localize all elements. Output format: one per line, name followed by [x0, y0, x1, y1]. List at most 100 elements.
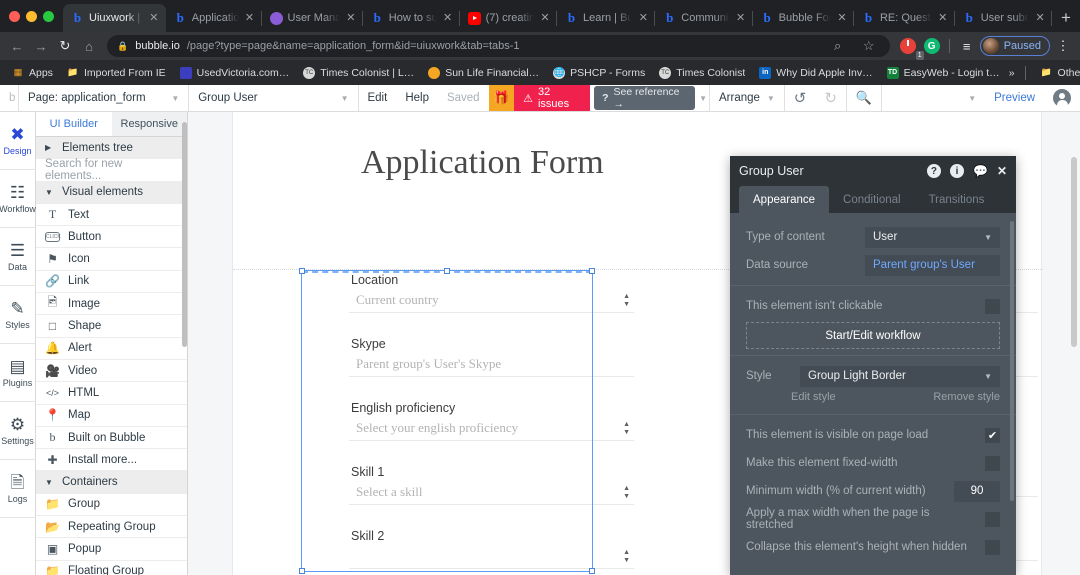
- close-icon[interactable]: ✕: [836, 12, 848, 24]
- arrange-menu[interactable]: Arrange ▼: [710, 85, 784, 111]
- palette-item-link[interactable]: 🔗 Link: [36, 271, 187, 294]
- section-visual-elements[interactable]: ▼ Visual elements: [36, 181, 187, 204]
- home-icon[interactable]: ⌂: [78, 35, 100, 57]
- page-selector[interactable]: Page: application_form ▼: [19, 85, 188, 111]
- browser-tab[interactable]: b Learn | Bub ✕: [557, 4, 656, 32]
- tab-ui-builder[interactable]: UI Builder: [36, 112, 112, 136]
- search-input[interactable]: Search for new elements...: [36, 158, 187, 182]
- address-bar[interactable]: 🔒 bubble.io /page?type=page&name=applica…: [107, 35, 890, 57]
- close-icon[interactable]: ✕: [442, 12, 454, 24]
- comment-icon[interactable]: 💬: [973, 164, 988, 178]
- palette-scrollbar[interactable]: [182, 122, 187, 347]
- section-containers[interactable]: ▼ Containers: [36, 471, 187, 494]
- help-menu[interactable]: Help: [396, 85, 438, 111]
- rail-item-data[interactable]: ☰ Data: [0, 228, 36, 286]
- minimize-window-button[interactable]: [26, 11, 37, 22]
- property-editor-scrollbar[interactable]: [1010, 221, 1014, 501]
- profile-button[interactable]: Paused: [979, 36, 1050, 56]
- close-window-button[interactable]: [9, 11, 20, 22]
- close-icon[interactable]: ✕: [997, 164, 1007, 178]
- tab-conditional[interactable]: Conditional: [829, 186, 915, 213]
- bookmark-item[interactable]: TC Times Colonist | L…: [298, 65, 419, 81]
- forward-icon[interactable]: →: [30, 35, 52, 57]
- palette-item-shape[interactable]: □ Shape: [36, 315, 187, 338]
- maximize-window-button[interactable]: [43, 11, 54, 22]
- palette-item-repeating-group[interactable]: 📂 Repeating Group: [36, 516, 187, 539]
- rail-item-settings[interactable]: ⚙ Settings: [0, 402, 36, 460]
- undo-icon[interactable]: ↺: [785, 85, 816, 111]
- browser-tab[interactable]: b User submi ✕: [955, 4, 1053, 32]
- max-width-checkbox[interactable]: [985, 511, 1000, 527]
- close-icon[interactable]: ✕: [735, 12, 747, 24]
- palette-item-icon[interactable]: ⚑ Icon: [36, 248, 187, 271]
- input-skype[interactable]: Parent group's User's Skype: [349, 351, 634, 377]
- edit-style-link[interactable]: Edit style: [791, 391, 836, 403]
- browser-tab[interactable]: b Application ✕: [166, 4, 262, 32]
- bookmark-item[interactable]: TD EasyWeb - Login t…: [882, 65, 1005, 81]
- info-icon[interactable]: i: [949, 164, 964, 178]
- field-skill-1[interactable]: Skill 1 Select a skill ▲ ▼: [349, 465, 634, 505]
- min-width-input[interactable]: 90: [954, 480, 1000, 502]
- chevron-down-icon[interactable]: ▼: [699, 94, 707, 103]
- data-source-value[interactable]: Parent group's User: [865, 254, 1000, 276]
- redo-icon[interactable]: ↻: [815, 85, 846, 111]
- visible-checkbox[interactable]: ✔: [985, 427, 1000, 443]
- close-icon[interactable]: ✕: [244, 12, 256, 24]
- bookmark-item[interactable]: UsedVictoria.com…: [175, 65, 295, 81]
- element-selector[interactable]: Group User ▼: [189, 85, 357, 111]
- palette-item-map[interactable]: 📍 Map: [36, 405, 187, 427]
- other-bookmarks-folder[interactable]: 📁 Other Bookmarks: [1036, 65, 1080, 81]
- close-icon[interactable]: ✕: [937, 12, 949, 24]
- close-icon[interactable]: ✕: [345, 12, 357, 24]
- browser-tab[interactable]: b Community ✕: [655, 4, 753, 32]
- user-account-button[interactable]: [1044, 85, 1080, 111]
- field-skype[interactable]: Skype Parent group's User's Skype: [349, 337, 634, 377]
- preview-button[interactable]: Preview: [985, 85, 1044, 111]
- see-reference-tooltip[interactable]: ? See reference →: [594, 86, 696, 110]
- rail-item-design[interactable]: ✖ Design: [0, 112, 36, 170]
- bookmark-item[interactable]: in Why Did Apple Inv…: [754, 65, 877, 81]
- start-edit-workflow-button[interactable]: Start/Edit workflow: [746, 322, 1000, 349]
- palette-item-built-on-bubble[interactable]: b Built on Bubble: [36, 427, 187, 450]
- gift-icon[interactable]: 🎁: [488, 85, 515, 111]
- field-skill-2[interactable]: Skill 2 ▲ ▼: [349, 529, 634, 569]
- palette-item-text[interactable]: T Text: [36, 204, 187, 227]
- field-location[interactable]: Location Current country ▲ ▼: [349, 273, 634, 313]
- browser-tab[interactable]: b Uiuxwork | B ✕: [63, 4, 166, 32]
- browser-tab[interactable]: b How to sub ✕: [363, 4, 460, 32]
- browser-tab[interactable]: User Manag ✕: [262, 4, 364, 32]
- bookmark-item[interactable]: TC Times Colonist: [654, 65, 750, 81]
- tab-transitions[interactable]: Transitions: [915, 186, 999, 213]
- palette-item-popup[interactable]: ▣ Popup: [36, 538, 187, 561]
- palette-item-group[interactable]: 📁 Group: [36, 494, 187, 517]
- search-icon[interactable]: ⌕: [827, 35, 849, 57]
- palette-item-floating-group[interactable]: 📁 Floating Group: [36, 561, 187, 575]
- grammarly-icon[interactable]: G: [921, 35, 943, 57]
- bookmark-item[interactable]: Sun Life Financial…: [423, 65, 544, 81]
- palette-item-video[interactable]: 🎥 Video: [36, 360, 187, 383]
- browser-tab[interactable]: b RE: Questio ✕: [854, 4, 955, 32]
- browser-tab[interactable]: (7) creating ✕: [460, 4, 558, 32]
- rail-item-workflow[interactable]: ☷ Workflow: [0, 170, 36, 228]
- not-clickable-checkbox[interactable]: [985, 298, 1000, 314]
- tab-appearance[interactable]: Appearance: [739, 186, 830, 213]
- rail-item-plugins[interactable]: ▤ Plugins: [0, 344, 36, 402]
- tab-responsive[interactable]: Responsive: [111, 112, 187, 136]
- palette-item-install-more[interactable]: ✚ Install more...: [36, 449, 187, 472]
- field-english-proficiency[interactable]: English proficiency Select your english …: [349, 401, 634, 441]
- elements-tree-header[interactable]: ▶ Elements tree: [36, 137, 187, 160]
- bookmarks-overflow-button[interactable]: »: [1009, 67, 1015, 79]
- remove-style-link[interactable]: Remove style: [933, 391, 1000, 403]
- close-icon[interactable]: ✕: [148, 12, 160, 24]
- reload-icon[interactable]: ↻: [54, 35, 76, 57]
- palette-item-alert[interactable]: 🔔 Alert: [36, 338, 187, 360]
- close-icon[interactable]: ✕: [539, 12, 551, 24]
- bookmark-item[interactable]: 📁 Imported From IE: [62, 65, 171, 81]
- close-icon[interactable]: ✕: [637, 12, 649, 24]
- rail-item-logs[interactable]: 🗎 Logs: [0, 460, 36, 518]
- help-icon[interactable]: ?: [926, 164, 941, 178]
- dropdown-english-proficiency[interactable]: Select your english proficiency ▲ ▼: [349, 415, 634, 441]
- reading-list-icon[interactable]: ≡: [956, 35, 978, 57]
- fixed-width-checkbox[interactable]: [985, 455, 1000, 471]
- palette-item-image[interactable]: 🖻 Image: [36, 293, 187, 316]
